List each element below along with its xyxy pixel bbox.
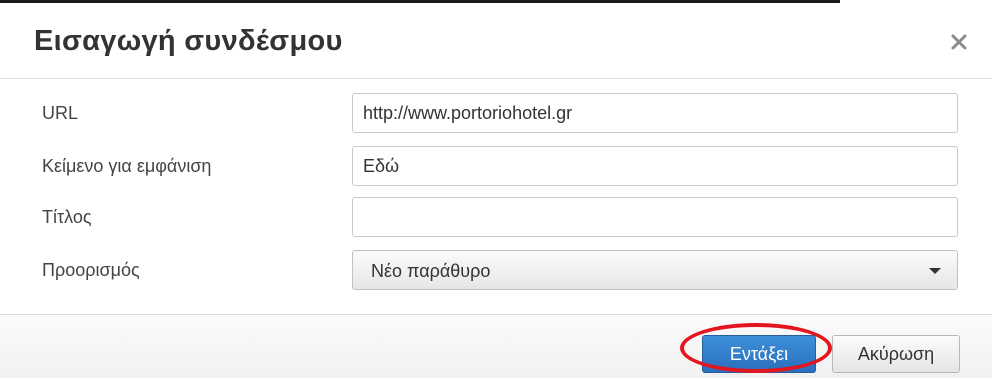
target-selected-value: Νέο παράθυρο (371, 261, 491, 281)
chevron-down-icon (929, 268, 941, 274)
dialog-header: Εισαγωγή συνδέσμου (0, 3, 992, 79)
close-icon-glyph (951, 34, 967, 50)
title-label: Τίτλος (42, 207, 92, 227)
url-input[interactable] (352, 93, 958, 133)
url-row: URL (0, 93, 992, 135)
target-label: Προορισμός (42, 260, 140, 280)
insert-link-dialog: Εισαγωγή συνδέσμου URL Κείμενο για εμφάν… (0, 0, 992, 378)
dialog-title: Εισαγωγή συνδέσμου (34, 25, 343, 57)
title-input[interactable] (352, 197, 958, 237)
text-to-display-input[interactable] (352, 146, 958, 186)
ok-button[interactable]: Εντάξει (702, 335, 816, 373)
text-to-display-label: Κείμενο για εμφάνιση (42, 156, 212, 176)
text-row: Κείμενο για εμφάνιση (0, 146, 992, 188)
title-row: Τίτλος (0, 197, 992, 239)
target-row: Προορισμός Νέο παράθυρο (0, 250, 992, 292)
dialog-body: URL Κείμενο για εμφάνιση Τίτλος Προορισμ… (0, 80, 992, 310)
close-icon[interactable] (948, 31, 970, 53)
cancel-button[interactable]: Ακύρωση (832, 335, 960, 373)
target-select[interactable]: Νέο παράθυρο (352, 250, 958, 290)
url-label: URL (42, 103, 79, 123)
dialog-footer: Εντάξει Ακύρωση (0, 314, 992, 378)
